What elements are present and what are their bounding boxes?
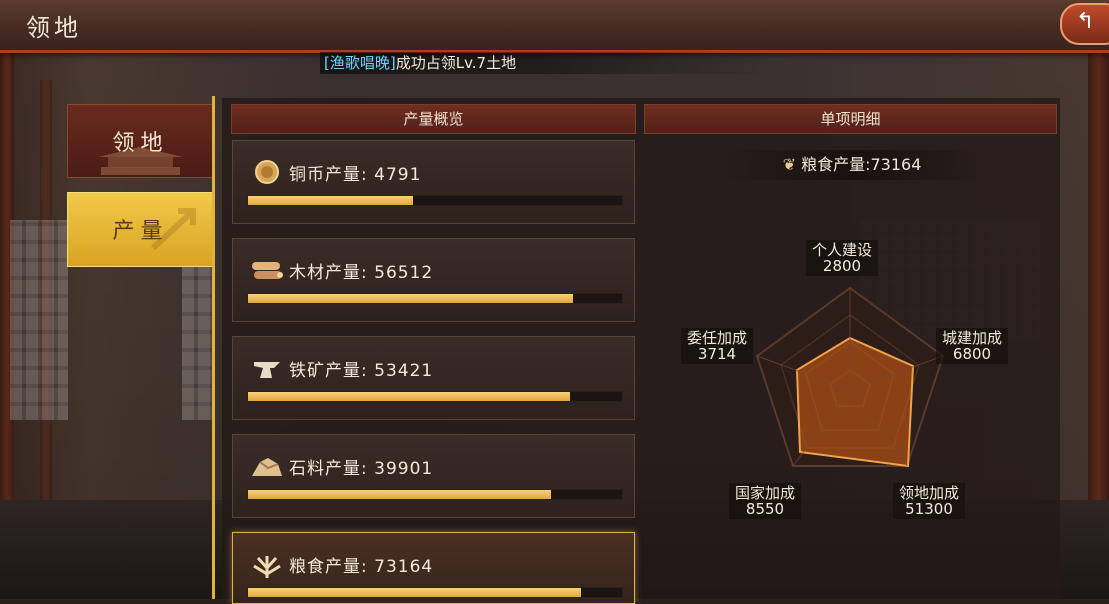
output-row-label: 木材产量: 56512 (289, 263, 434, 283)
lattice-window-left (10, 220, 68, 420)
output-row-label: 石料产量: 39901 (289, 459, 434, 479)
output-row-label: 铁矿产量: 53421 (289, 361, 434, 381)
tab-output-label: 产量 (112, 219, 169, 244)
progress-fill (248, 588, 581, 597)
grain-total-icon: ❦ (782, 155, 796, 174)
stat-appoint-bonus: 委任加成 3714 (681, 328, 754, 364)
output-value: 4791 (374, 165, 422, 185)
progress-bar (247, 293, 623, 304)
output-value: 73164 (374, 557, 434, 577)
progress-fill (248, 392, 570, 401)
tab-territory-label: 领地 (112, 131, 169, 156)
grain-icon (253, 556, 281, 578)
output-row-stone[interactable]: 石料产量: 39901 (232, 434, 635, 518)
output-row-wood[interactable]: 木材产量: 56512 (232, 238, 635, 322)
notice-message: 成功占领Lv.7土地 (395, 54, 517, 72)
broadcast-notice: [渔歌唱晚]成功占领Lv.7土地 (320, 52, 774, 74)
coin-icon (255, 160, 279, 184)
stat-personal-build: 个人建设 2800 (806, 240, 879, 276)
stat-nation-bonus: 国家加成 8550 (729, 483, 802, 519)
progress-fill (248, 294, 574, 303)
output-row-label: 铜币产量: 4791 (289, 165, 422, 185)
stone-icon (252, 458, 282, 476)
output-row-grain[interactable]: 粮食产量: 73164 (232, 532, 635, 604)
overview-header: 产量概览 (231, 104, 636, 134)
tab-divider (212, 96, 215, 599)
progress-bar (247, 587, 623, 598)
output-value: 39901 (374, 459, 434, 479)
grain-total: ❦ 粮食产量:73164 (724, 150, 980, 180)
detail-header: 单项明细 (644, 104, 1057, 134)
stat-territory-bonus: 领地加成 51300 (893, 483, 966, 519)
output-row-label: 粮食产量: 73164 (289, 557, 434, 577)
output-row-iron[interactable]: 铁矿产量: 53421 (232, 336, 635, 420)
pillar-right (1088, 50, 1109, 520)
output-row-copper[interactable]: 铜币产量: 4791 (232, 140, 635, 224)
output-value: 53421 (374, 361, 434, 381)
tab-territory[interactable]: 领地 (67, 104, 214, 178)
progress-bar (247, 195, 623, 206)
header-bar: 领地 ↰ (0, 0, 1109, 53)
progress-bar (247, 391, 623, 402)
back-button[interactable]: ↰ (1060, 3, 1109, 45)
notice-player-name[interactable]: [渔歌唱晚] (324, 54, 396, 72)
progress-fill (248, 196, 413, 205)
progress-bar (247, 489, 623, 500)
stat-city-bonus: 城建加成 6800 (936, 328, 1009, 364)
tab-output[interactable]: 产量 (67, 192, 214, 267)
grain-total-label: 粮食产量: (801, 155, 871, 174)
back-arrow-icon: ↰ (1076, 9, 1095, 34)
grain-total-value: 73164 (870, 155, 922, 174)
progress-fill (248, 490, 551, 499)
radar-chart (755, 286, 945, 468)
output-value: 56512 (374, 263, 434, 283)
iron-icon (254, 362, 280, 378)
page-title: 领地 (26, 14, 82, 42)
wood-icon (252, 262, 283, 279)
